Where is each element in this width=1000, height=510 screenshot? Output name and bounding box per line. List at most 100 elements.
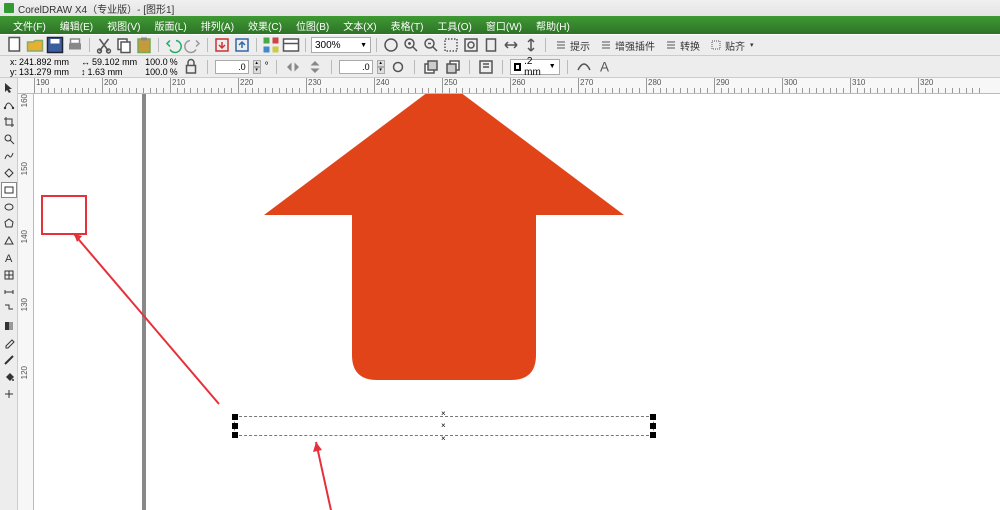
connector-tool-icon[interactable]: [1, 301, 17, 317]
window-title: CorelDRAW X4（专业版）- [图形1]: [18, 1, 174, 16]
zoom-width-icon[interactable]: [502, 37, 520, 53]
menu-effects[interactable]: 效果(C): [241, 18, 289, 33]
paste-icon[interactable]: [135, 37, 153, 53]
svg-text:A: A: [600, 59, 609, 74]
height-icon: ↕: [81, 67, 86, 77]
menu-help[interactable]: 帮助(H): [529, 18, 577, 33]
width-icon: ↔: [81, 57, 90, 67]
zoom-selection-icon[interactable]: [442, 37, 460, 53]
menu-window[interactable]: 窗口(W): [479, 18, 529, 33]
app-launcher-icon[interactable]: [262, 37, 280, 53]
eyedropper-tool-icon[interactable]: [1, 335, 17, 351]
nudge-options-icon[interactable]: [389, 59, 407, 75]
scale-x[interactable]: 100.0: [145, 57, 168, 67]
outline-tool-icon[interactable]: [1, 352, 17, 368]
dimension-tool-icon[interactable]: [1, 284, 17, 300]
mirror-h-icon[interactable]: [284, 59, 302, 75]
outline-width-combo[interactable]: .2 mm▼: [510, 59, 560, 75]
zoom-height-icon[interactable]: [522, 37, 540, 53]
save-icon[interactable]: [46, 37, 64, 53]
to-front-icon[interactable]: [422, 59, 440, 75]
menu-arrange[interactable]: 排列(A): [194, 18, 241, 33]
zoom-combo[interactable]: 300%▼: [311, 37, 371, 53]
handle-bm[interactable]: ×: [441, 434, 446, 443]
svg-text:A: A: [5, 253, 13, 264]
menu-file[interactable]: 文件(F): [6, 18, 53, 33]
annotation-arrow-bottom: [214, 434, 374, 510]
zoom-all-icon[interactable]: [462, 37, 480, 53]
cut-icon[interactable]: [95, 37, 113, 53]
to-back-icon[interactable]: [444, 59, 462, 75]
degree-icon: °: [265, 61, 269, 72]
basic-shapes-tool-icon[interactable]: [1, 233, 17, 249]
pick-tool-icon[interactable]: [1, 80, 17, 96]
canvas[interactable]: × × ×: [34, 94, 1000, 510]
fill-tool-icon[interactable]: [1, 369, 17, 385]
handle-br[interactable]: [650, 432, 656, 438]
menu-tools[interactable]: 工具(O): [430, 18, 478, 33]
wrap-text-icon[interactable]: [477, 59, 495, 75]
menu-view[interactable]: 视图(V): [100, 18, 147, 33]
polygon-tool-icon[interactable]: [1, 216, 17, 232]
menu-edit[interactable]: 编辑(E): [53, 18, 100, 33]
smart-fill-tool-icon[interactable]: [1, 165, 17, 181]
redo-icon[interactable]: [184, 37, 202, 53]
nudge-input[interactable]: .0: [339, 60, 373, 74]
interactive-tool-icon[interactable]: [1, 318, 17, 334]
rectangle-tool-icon[interactable]: [1, 182, 17, 198]
table-tool-icon[interactable]: [1, 267, 17, 283]
mirror-v-icon[interactable]: [306, 59, 324, 75]
zoom-in-icon[interactable]: [402, 37, 420, 53]
handle-bl[interactable]: [232, 432, 238, 438]
new-icon[interactable]: [6, 37, 24, 53]
nudge-spinner[interactable]: ▴▾: [377, 60, 385, 74]
handle-tm[interactable]: ×: [441, 409, 446, 418]
text-frame-selection[interactable]: × × ×: [234, 416, 654, 436]
lock-ratio-icon[interactable]: [182, 59, 200, 75]
y-value[interactable]: 131.279 mm: [19, 67, 69, 77]
menu-text[interactable]: 文本(X): [336, 18, 383, 33]
position-block: x:241.892 mm y:131.279 mm: [6, 57, 73, 77]
welcome-screen-icon[interactable]: [282, 37, 300, 53]
text-tool-icon[interactable]: A: [1, 250, 17, 266]
crop-tool-icon[interactable]: [1, 114, 17, 130]
zoom-page-icon[interactable]: [482, 37, 500, 53]
handle-tl[interactable]: [232, 414, 238, 420]
interactive-fill-tool-icon[interactable]: [1, 386, 17, 402]
handle-mr[interactable]: [650, 423, 656, 429]
handle-ml[interactable]: [232, 423, 238, 429]
handle-tr[interactable]: [650, 414, 656, 420]
scale-y[interactable]: 100.0: [145, 67, 168, 77]
ellipse-tool-icon[interactable]: [1, 199, 17, 215]
hint-docker-button[interactable]: 提示: [551, 37, 594, 53]
menu-bitmap[interactable]: 位图(B): [289, 18, 336, 33]
convert-docker-button[interactable]: 转换: [661, 37, 704, 53]
freehand-tool-icon[interactable]: [1, 148, 17, 164]
standard-toolbar: 300%▼ 提示 增强插件 转换 贴齐▾: [0, 34, 1000, 56]
vertical-ruler[interactable]: 160150140130120: [18, 94, 34, 510]
copy-icon[interactable]: [115, 37, 133, 53]
undo-icon[interactable]: [164, 37, 182, 53]
plugin-docker-button[interactable]: 增强插件: [596, 37, 659, 53]
rotation-spinner[interactable]: ▴▾: [253, 60, 261, 74]
import-icon[interactable]: [213, 37, 231, 53]
shape-tool-icon[interactable]: [1, 97, 17, 113]
zoom-out-icon[interactable]: [422, 37, 440, 53]
rotation-input[interactable]: .0: [215, 60, 249, 74]
print-icon[interactable]: [66, 37, 84, 53]
center-mark[interactable]: ×: [441, 421, 446, 430]
snap-icon[interactable]: [382, 37, 400, 53]
open-icon[interactable]: [26, 37, 44, 53]
x-value[interactable]: 241.892 mm: [19, 57, 69, 67]
menu-layout[interactable]: 版面(L): [147, 18, 193, 33]
arrow-shape[interactable]: [254, 94, 634, 390]
w-value[interactable]: 59.102 mm: [92, 57, 137, 67]
horizontal-ruler[interactable]: 1902002102202302402502602702802903003103…: [18, 78, 1000, 94]
menu-table[interactable]: 表格(T): [384, 18, 431, 33]
convert-curves-icon[interactable]: [575, 59, 593, 75]
snap-docker-button[interactable]: 贴齐▾: [706, 37, 758, 53]
edit-text-icon[interactable]: A: [597, 59, 615, 75]
zoom-tool-icon[interactable]: [1, 131, 17, 147]
export-icon[interactable]: [233, 37, 251, 53]
h-value[interactable]: 1.63 mm: [88, 67, 123, 77]
